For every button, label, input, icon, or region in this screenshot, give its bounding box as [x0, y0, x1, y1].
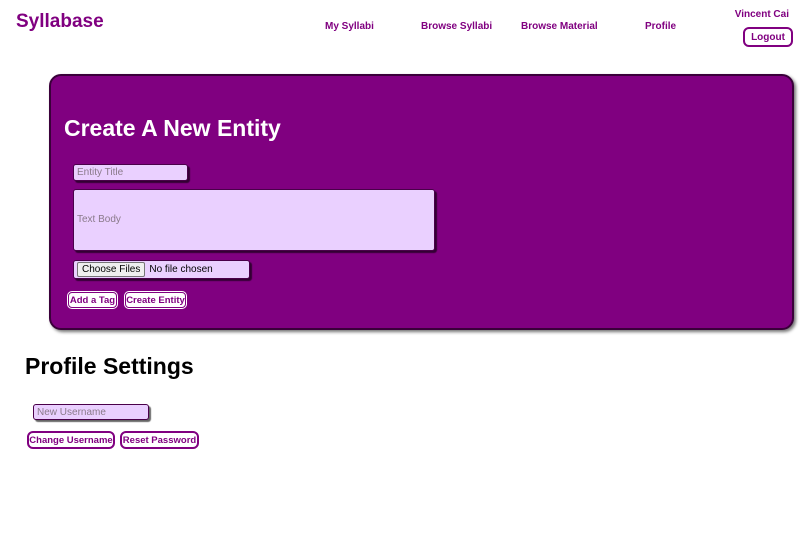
profile-settings-title: Profile Settings: [25, 353, 194, 379]
nav-browse-syllabi[interactable]: Browse Syllabi: [421, 21, 492, 32]
logout-button[interactable]: Logout: [743, 27, 793, 47]
nav-my-syllabi[interactable]: My Syllabi: [325, 21, 374, 32]
new-username-input[interactable]: [33, 404, 149, 420]
nav-browse-material[interactable]: Browse Material: [521, 21, 598, 32]
file-status-text: No file chosen: [149, 264, 213, 275]
file-upload-field: Choose Files No file chosen: [73, 260, 250, 279]
add-tag-button[interactable]: Add a Tag: [68, 292, 117, 308]
entity-title-input[interactable]: [73, 164, 188, 181]
create-entity-button[interactable]: Create Entity: [125, 292, 186, 308]
text-body-input[interactable]: [73, 189, 435, 251]
brand-logo[interactable]: Syllabase: [16, 11, 104, 33]
choose-files-button[interactable]: Choose Files: [77, 262, 146, 277]
create-entity-title: Create A New Entity: [64, 115, 281, 141]
page: Syllabase My Syllabi Browse Syllabi Brow…: [0, 0, 806, 535]
change-username-button[interactable]: Change Username: [27, 431, 115, 449]
reset-password-button[interactable]: Reset Password: [120, 431, 199, 449]
nav-profile[interactable]: Profile: [645, 21, 676, 32]
user-name: Vincent Cai: [734, 9, 789, 20]
